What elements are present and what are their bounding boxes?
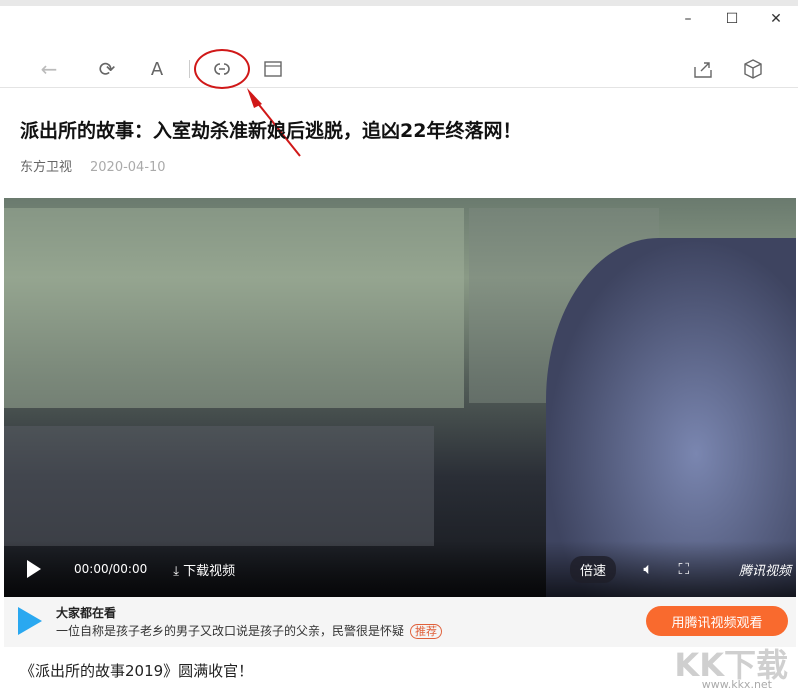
video-player[interactable]: 00:00/00:00 ⤓ 下载视频 倍速 🔈︎ ⛶ 腾讯视频 — [4, 198, 796, 597]
reader-icon[interactable] — [260, 56, 286, 82]
article-body: 《派出所的故事2019》圆满收官！ — [20, 662, 254, 680]
play-icon[interactable] — [27, 560, 41, 578]
video-frame — [4, 426, 434, 546]
volume-icon[interactable]: 🔈︎ — [643, 559, 653, 579]
recommend-desc[interactable]: 一位自称是孩子老乡的男子又改口说是孩子的父亲，民警很是怀疑 推荐 — [56, 622, 443, 639]
fullscreen-icon[interactable]: ⛶ — [678, 560, 689, 578]
article-date: 2020-04-10 — [90, 160, 166, 175]
share-icon[interactable] — [690, 56, 716, 82]
article-meta: 东方卫视 2020-04-10 — [20, 156, 166, 175]
close-button[interactable]: ✕ — [754, 8, 798, 30]
window-controls: – ☐ ✕ — [666, 8, 798, 30]
tencent-video-logo[interactable]: 腾讯视频 — [739, 560, 791, 579]
tencent-video-icon — [18, 607, 42, 635]
player-controls: 00:00/00:00 ⤓ 下载视频 倍速 🔈︎ ⛶ 腾讯视频 — [4, 541, 796, 597]
article-title: 派出所的故事：入室劫杀准新娘后逃脱，追凶22年终落网！ — [20, 120, 522, 142]
minimize-button[interactable]: – — [666, 8, 710, 30]
recommend-text: 一位自称是孩子老乡的男子又改口说是孩子的父亲，民警很是怀疑 — [56, 624, 405, 638]
download-button[interactable]: ⤓ 下载视频 — [173, 560, 235, 579]
open-in-tencent-button[interactable]: 用腾讯视频观看 — [646, 606, 788, 636]
recommend-title: 大家都在看 — [56, 606, 117, 620]
play-time: 00:00/00:00 — [74, 562, 148, 576]
cube-icon[interactable] — [740, 56, 766, 82]
video-frame — [4, 208, 464, 408]
watermark-url: www.kkx.net — [701, 678, 772, 691]
maximize-button[interactable]: ☐ — [710, 8, 754, 30]
recommend-badge: 推荐 — [410, 624, 443, 639]
divider — [189, 60, 190, 78]
speed-button[interactable]: 倍速 — [569, 555, 616, 583]
download-label: 下载视频 — [183, 563, 236, 579]
font-icon[interactable]: A — [144, 56, 170, 82]
article-source[interactable]: 东方卫视 — [20, 160, 72, 175]
back-icon[interactable]: ← — [36, 56, 62, 82]
toolbar: ← ⟳ A — [0, 50, 798, 88]
taskbar-strip — [0, 0, 798, 6]
refresh-icon[interactable]: ⟳ — [94, 56, 120, 82]
annotation-circle — [194, 49, 250, 89]
